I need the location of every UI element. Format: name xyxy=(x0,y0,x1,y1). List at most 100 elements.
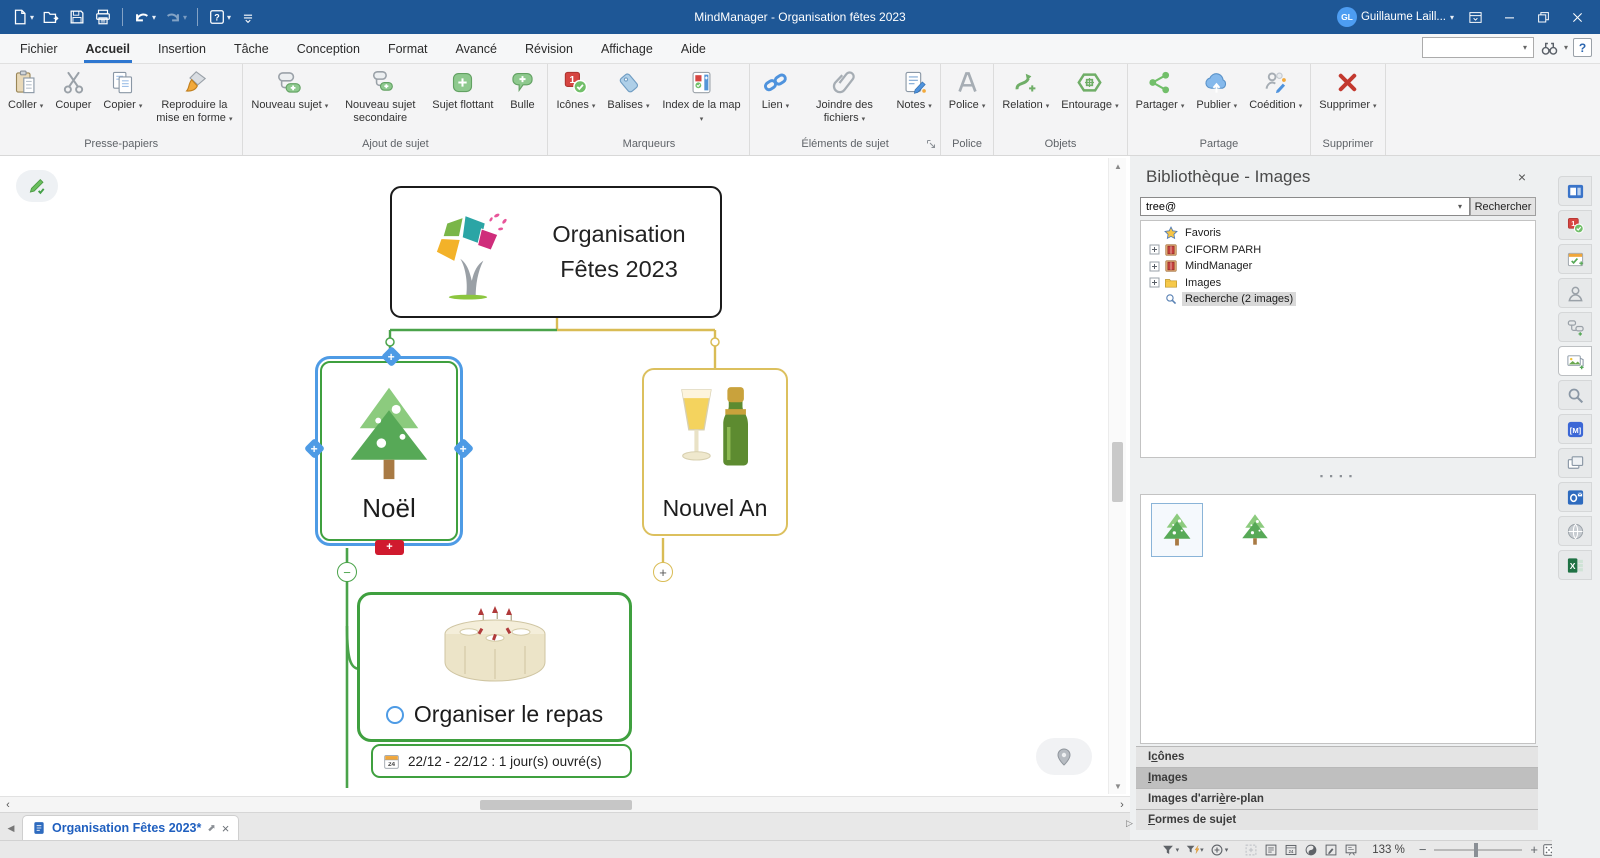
outline-view-button[interactable] xyxy=(1264,843,1278,857)
tab-accueil[interactable]: Accueil xyxy=(72,34,144,63)
panel-close-icon[interactable]: × xyxy=(1514,169,1530,185)
tab-avancé[interactable]: Avancé xyxy=(442,34,511,63)
expand-icon[interactable] xyxy=(1149,277,1160,288)
customize-quick-access-button[interactable] xyxy=(236,6,260,28)
image-result-2[interactable] xyxy=(1235,509,1275,551)
fit-selection-button[interactable] xyxy=(1244,843,1258,857)
ribbon-button-copier[interactable]: Copier ▾ xyxy=(97,66,148,113)
icon-view-button[interactable] xyxy=(1304,843,1318,857)
horizontal-scroll-thumb[interactable] xyxy=(480,800,632,810)
zoom-slider-handle[interactable] xyxy=(1474,843,1478,857)
user-name[interactable]: Guillaume Laill... xyxy=(1361,11,1446,23)
rail-snap-button[interactable]: [M] xyxy=(1558,414,1592,444)
binoculars-icon[interactable] xyxy=(1540,38,1559,57)
expand-branch-button[interactable]: + xyxy=(653,562,673,582)
section-images[interactable]: Images xyxy=(1136,767,1538,788)
tab-révision[interactable]: Révision xyxy=(511,34,587,63)
ribbon-display-button[interactable] xyxy=(1458,2,1492,32)
print-button[interactable] xyxy=(91,6,115,28)
user-menu-caret[interactable]: ▾ xyxy=(1450,13,1454,22)
tab-conception[interactable]: Conception xyxy=(283,34,374,63)
scroll-down-arrow[interactable]: ▼ xyxy=(1109,778,1127,794)
scroll-up-arrow[interactable]: ▲ xyxy=(1109,158,1127,174)
ribbon-search-input[interactable] xyxy=(1422,37,1534,58)
map-canvas[interactable]: Organisation Fêtes 2023 Noë xyxy=(0,156,1130,796)
section-ic-nes[interactable]: Icônes xyxy=(1136,746,1538,767)
ribbon-button-balises[interactable]: Balises ▾ xyxy=(601,66,655,113)
scroll-right-arrow[interactable]: › xyxy=(1114,797,1130,813)
topic-repas-date[interactable]: 24 22/12 - 22/12 : 1 jour(s) ouvré(s) xyxy=(371,744,632,778)
ribbon-button-reproduire-la-mise-en-forme[interactable]: Reproduire la mise en forme ▾ xyxy=(148,66,240,126)
help-button[interactable]: ?▾ xyxy=(205,6,234,28)
tree-item-favoris[interactable]: Favoris xyxy=(1141,225,1535,242)
topic-noel-selection[interactable]: Noël + + + + xyxy=(315,356,463,546)
panel-splitter[interactable]: ▪ ▪ ▪ ▪ xyxy=(1136,458,1538,494)
section-formes-de-sujet[interactable]: Formes de sujet xyxy=(1136,809,1538,830)
tree-item-recherche-2-images-[interactable]: Recherche (2 images) xyxy=(1141,291,1535,308)
rail-resources-button[interactable] xyxy=(1558,278,1592,308)
ribbon-button-couper[interactable]: Couper xyxy=(49,66,97,113)
ribbon-button-sujet-flottant[interactable]: Sujet flottant xyxy=(426,66,499,113)
ribbon-button-lien[interactable]: Lien ▾ xyxy=(752,66,798,113)
minimize-button[interactable] xyxy=(1492,2,1526,32)
ribbon-button-nouveau-sujet-secondaire[interactable]: Nouveau sujet secondaire xyxy=(334,66,426,126)
section-images-d-arri-re-plan[interactable]: Images d'arrière-plan xyxy=(1136,788,1538,809)
filter-button[interactable]: ▾ xyxy=(1161,843,1180,857)
tab-affichage[interactable]: Affichage xyxy=(587,34,667,63)
rail-excel-button[interactable]: X xyxy=(1558,550,1592,580)
rail-web-button[interactable] xyxy=(1558,516,1592,546)
tab-popout-icon[interactable]: ⬈ xyxy=(207,823,215,834)
tab-aide[interactable]: Aide xyxy=(667,34,720,63)
image-result-1[interactable] xyxy=(1151,503,1203,557)
ribbon-button-publier[interactable]: Publier ▾ xyxy=(1190,66,1243,113)
tag-view-button[interactable] xyxy=(1324,843,1338,857)
topic-noel[interactable]: Noël xyxy=(320,361,458,541)
dialog-launcher-icon[interactable] xyxy=(926,139,936,149)
search-combo-caret[interactable]: ▾ xyxy=(1523,43,1527,52)
restore-button[interactable] xyxy=(1526,2,1560,32)
tree-item-images[interactable]: Images xyxy=(1141,275,1535,292)
ribbon-button-coédition[interactable]: Coédition ▾ xyxy=(1243,66,1308,113)
new-file-button[interactable]: ▾ xyxy=(8,6,37,28)
close-button[interactable] xyxy=(1560,2,1594,32)
task-progress-icon[interactable] xyxy=(386,706,404,724)
ribbon-button-supprimer[interactable]: Supprimer ▾ xyxy=(1313,66,1382,113)
rail-outlook-button[interactable] xyxy=(1558,482,1592,512)
library-search-caret[interactable]: ▾ xyxy=(1458,202,1462,211)
location-pin-button[interactable] xyxy=(1036,738,1092,775)
rail-icon-markers-button[interactable]: 1 xyxy=(1558,210,1592,240)
scroll-left-arrow[interactable]: ‹ xyxy=(0,797,16,813)
edit-mode-indicator[interactable] xyxy=(16,170,58,202)
rail-browser-windows-button[interactable] xyxy=(1558,448,1592,478)
panel-expander-icon[interactable]: ▷ xyxy=(1126,818,1133,829)
ribbon-button-partager[interactable]: Partager ▾ xyxy=(1130,66,1191,113)
ribbon-button-police[interactable]: Police ▾ xyxy=(943,66,992,113)
document-tab[interactable]: Organisation Fêtes 2023* ⬈ × xyxy=(22,815,239,840)
expand-icon[interactable] xyxy=(1149,244,1160,255)
topic-repas[interactable]: Organiser le repas xyxy=(357,592,632,742)
ribbon-button-notes[interactable]: Notes ▾ xyxy=(890,66,937,113)
tab-scroll-left[interactable]: ◀ xyxy=(0,816,22,840)
save-button[interactable] xyxy=(65,6,89,28)
tab-fichier[interactable]: Fichier xyxy=(6,34,72,63)
ribbon-button-entourage[interactable]: Entourage ▾ xyxy=(1055,66,1124,113)
ribbon-button-relation[interactable]: Relation ▾ xyxy=(996,66,1055,113)
topic-nouvel-an[interactable]: Nouvel An xyxy=(642,368,788,536)
help-button[interactable]: ? xyxy=(1573,38,1592,57)
tree-item-mindmanager[interactable]: MindManager xyxy=(1141,258,1535,275)
ribbon-button-icônes[interactable]: 1 Icônes ▾ xyxy=(550,66,601,113)
schedule-view-button[interactable]: 24 xyxy=(1284,843,1298,857)
vertical-scroll-thumb[interactable] xyxy=(1112,442,1123,502)
binoculars-caret[interactable]: ▾ xyxy=(1564,43,1568,52)
avatar[interactable]: GL xyxy=(1337,7,1357,27)
rail-map-parts-button[interactable] xyxy=(1558,312,1592,342)
central-topic[interactable]: Organisation Fêtes 2023 xyxy=(390,186,722,318)
library-search-input[interactable] xyxy=(1140,197,1470,216)
power-filter-button[interactable]: ▾ xyxy=(1185,843,1204,857)
expand-icon[interactable] xyxy=(1149,261,1160,272)
rail-library-button[interactable] xyxy=(1558,176,1592,206)
rail-task-info-button[interactable] xyxy=(1558,244,1592,274)
tree-item-ciform-parh[interactable]: CIFORM PARH xyxy=(1141,242,1535,259)
collapse-branch-button[interactable]: − xyxy=(337,562,357,582)
tab-tâche[interactable]: Tâche xyxy=(220,34,283,63)
